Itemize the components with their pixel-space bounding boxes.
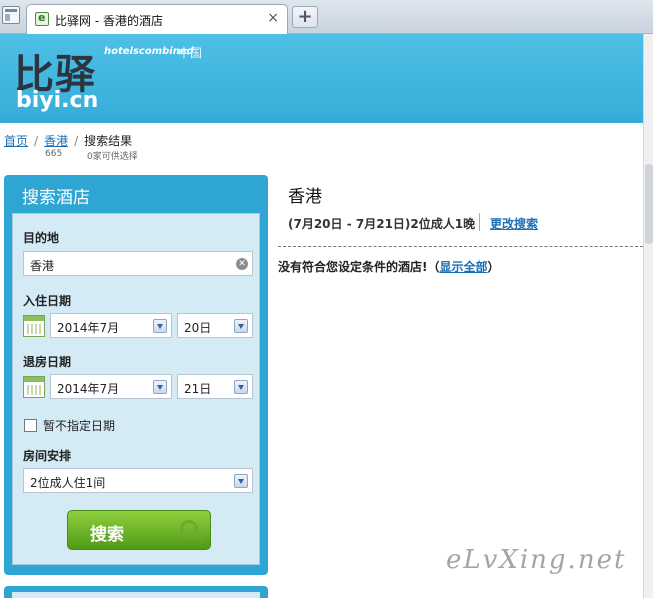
tab-title: 比驿网 - 香港的酒店: [55, 14, 163, 28]
checkout-day-select[interactable]: 21日: [177, 374, 253, 399]
checkin-label: 入住日期: [23, 294, 72, 308]
results-divider: [278, 246, 643, 247]
search-button-label: 搜索: [90, 525, 124, 545]
breadcrumb: 首页 / 香港 / 搜索结果: [4, 134, 133, 148]
checkout-month-select[interactable]: 2014年7月: [50, 374, 172, 399]
divider: [479, 213, 480, 231]
search-icon: [180, 520, 198, 538]
checkin-month-value: 2014年7月: [57, 321, 120, 335]
partner-region: 中国: [178, 46, 203, 60]
secondary-panel: [4, 586, 268, 598]
breadcrumb-city-link[interactable]: 香港: [44, 134, 68, 148]
new-tab-button[interactable]: +: [292, 6, 318, 28]
results-title: 香港: [288, 187, 322, 207]
destination-label: 目的地: [23, 231, 60, 245]
close-tab-icon[interactable]: ×: [267, 10, 279, 26]
page-scrollbar[interactable]: [643, 34, 653, 598]
ie-page-icon: [35, 11, 49, 26]
no-date-label: 暂不指定日期: [43, 419, 116, 433]
no-results-message: 没有符合您设定条件的酒店!（显示全部）: [278, 258, 500, 275]
site-logo-domain[interactable]: biyi.cn: [16, 88, 98, 113]
checkin-day-value: 20日: [184, 321, 212, 335]
destination-value: 香港: [30, 259, 55, 273]
checkin-calendar-icon[interactable]: [23, 315, 45, 337]
chevron-down-icon[interactable]: [234, 474, 248, 488]
destination-input[interactable]: 香港 ✕: [23, 251, 253, 276]
checkin-day-select[interactable]: 20日: [177, 313, 253, 338]
modify-search-link[interactable]: 更改搜索: [490, 215, 538, 232]
room-label: 房间安排: [23, 449, 72, 463]
search-button[interactable]: 搜索: [67, 510, 211, 550]
browser-tab-strip: 比驿网 - 香港的酒店 × +: [0, 0, 653, 34]
chevron-down-icon[interactable]: [234, 319, 248, 333]
clear-icon[interactable]: ✕: [236, 258, 248, 270]
window-menu-icon[interactable]: [2, 6, 20, 24]
checkout-month-value: 2014年7月: [57, 382, 120, 396]
chevron-down-icon[interactable]: [234, 380, 248, 394]
search-form: 目的地 香港 ✕ 入住日期 2014年7月 20日 退房日期 2014年7月 2…: [12, 213, 260, 565]
checkout-calendar-icon[interactable]: [23, 376, 45, 398]
room-select[interactable]: 2位成人住1间: [23, 468, 253, 493]
watermark: eLvXing.net: [446, 545, 627, 575]
hotel-search-panel: 搜索酒店 目的地 香港 ✕ 入住日期 2014年7月 20日 退房日期 2014…: [4, 175, 268, 575]
chevron-down-icon[interactable]: [153, 319, 167, 333]
breadcrumb-current: 搜索结果: [84, 134, 133, 148]
room-value: 2位成人住1间: [30, 476, 106, 490]
checkout-label: 退房日期: [23, 355, 72, 369]
checkin-month-select[interactable]: 2014年7月: [50, 313, 172, 338]
breadcrumb-home-link[interactable]: 首页: [4, 134, 28, 148]
checkout-day-value: 21日: [184, 382, 212, 396]
site-header: 比驿 biyi.cn hotelscombined 中国: [0, 34, 643, 123]
results-date-summary: (7月20日 - 7月21日)2位成人1晚: [288, 217, 476, 231]
no-date-checkbox[interactable]: [24, 419, 37, 432]
breadcrumb-city-count: 665: [45, 149, 63, 159]
scrollbar-thumb[interactable]: [645, 164, 653, 244]
search-panel-title: 搜索酒店: [22, 188, 90, 208]
browser-tab[interactable]: 比驿网 - 香港的酒店 ×: [26, 4, 288, 34]
show-all-link[interactable]: 显示全部: [439, 260, 487, 274]
no-results-close: ）: [487, 260, 500, 274]
breadcrumb-result-count: 0家可供选择: [87, 152, 138, 162]
chevron-down-icon[interactable]: [153, 380, 167, 394]
no-results-text: 没有符合您设定条件的酒店!（: [278, 260, 440, 274]
